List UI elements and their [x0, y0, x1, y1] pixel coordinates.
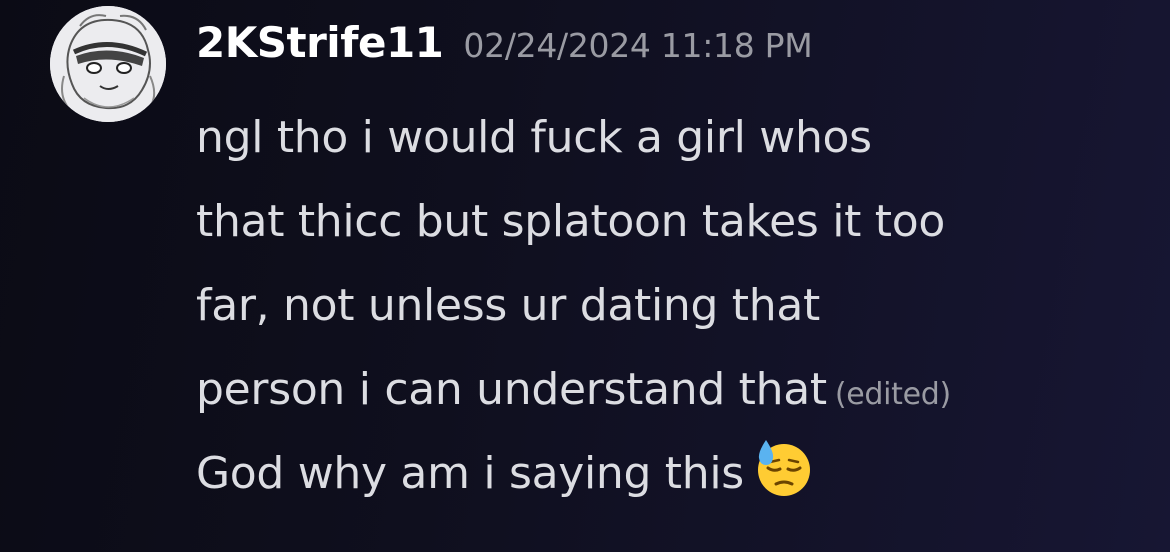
username[interactable]: 2KStrife11	[196, 18, 444, 67]
message-line-text: that thicc but splatoon takes it too	[196, 196, 945, 247]
message-line-text: far, not unless ur dating that	[196, 280, 820, 331]
avatar[interactable]	[50, 6, 166, 122]
message-header: 2KStrife11 02/24/2024 11:18 PM	[196, 18, 813, 67]
sketch-character-avatar-icon	[50, 6, 166, 122]
timestamp: 02/24/2024 11:18 PM	[463, 26, 813, 65]
message-line-text: person i can understand that	[196, 364, 827, 415]
followup-message-line: God why am i saying this	[196, 432, 1156, 516]
message-line: that thicc but splatoon takes it too	[196, 180, 1156, 264]
message-line: far, not unless ur dating that	[196, 264, 1156, 348]
downcast-face-with-sweat-icon	[754, 438, 814, 498]
message-content: ngl tho i would fuck a girl whos that th…	[196, 96, 1156, 516]
message-line: person i can understand that (edited)	[196, 348, 1156, 432]
message-line-text: ngl tho i would fuck a girl whos	[196, 112, 872, 163]
edited-label: (edited)	[834, 377, 951, 412]
chat-message: 2KStrife11 02/24/2024 11:18 PM ngl tho i…	[0, 0, 1170, 552]
message-line: ngl tho i would fuck a girl whos	[196, 96, 1156, 180]
followup-text: God why am i saying this	[196, 448, 744, 499]
